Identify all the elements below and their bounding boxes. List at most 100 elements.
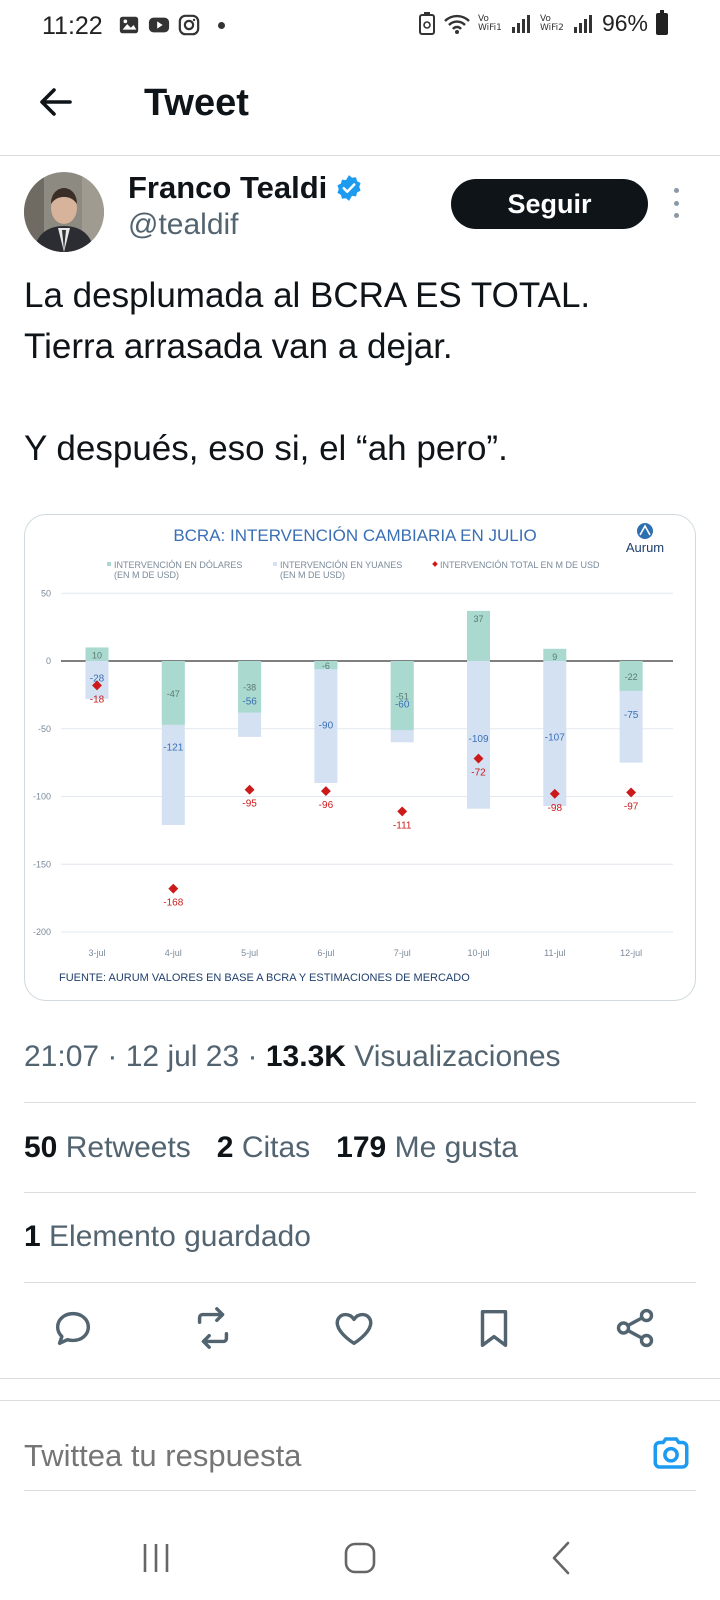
status-bar: 11:22 Vo WiFi1 Vo WiFi2 96% xyxy=(0,0,720,52)
chart-source: FUENTE: AURUM VALORES EN BASE A BCRA Y E… xyxy=(59,972,470,984)
y-tick-label: -50 xyxy=(38,724,51,734)
wifi1-label: Vo WiFi1 xyxy=(477,13,502,33)
divider xyxy=(24,1102,696,1103)
y-tick-label: -150 xyxy=(33,859,51,869)
retweets-count: 50 xyxy=(24,1131,58,1164)
youtube-icon xyxy=(148,17,170,33)
share-icon[interactable] xyxy=(612,1305,658,1351)
bookmarks-stat[interactable]: 1 Elemento guardado xyxy=(24,1220,311,1254)
data-label-total: -18 xyxy=(90,694,105,705)
data-label-dollars: -22 xyxy=(625,672,638,682)
bookmark-icon[interactable] xyxy=(471,1305,517,1351)
battery-icon xyxy=(656,9,668,35)
back-icon[interactable] xyxy=(542,1538,582,1578)
retweet-icon[interactable] xyxy=(190,1305,236,1351)
retweets-label: Retweets xyxy=(65,1131,191,1164)
total-marker xyxy=(397,806,408,817)
x-tick-label: 7-jul xyxy=(394,948,411,958)
author-name[interactable]: Franco Tealdi xyxy=(128,170,363,206)
data-label-total: -72 xyxy=(471,768,486,779)
retweets-stat[interactable]: 50 Retweets xyxy=(24,1131,191,1165)
data-label-total: -168 xyxy=(163,898,183,909)
avatar[interactable] xyxy=(24,172,104,252)
legend-label-unit: (EN M DE USD) xyxy=(280,570,345,580)
reply-icon[interactable] xyxy=(50,1305,96,1351)
total-marker xyxy=(320,786,331,797)
data-label-yuan: -107 xyxy=(545,732,565,743)
more-options-icon[interactable] xyxy=(670,188,682,218)
legend-label: INTERVENCIÓN EN YUANES xyxy=(280,560,402,570)
data-label-total: -97 xyxy=(624,801,639,812)
data-label-dollars: 37 xyxy=(473,614,483,624)
data-label-dollars: 10 xyxy=(92,650,102,660)
divider xyxy=(24,1282,696,1283)
data-label-yuan: -56 xyxy=(242,696,257,707)
data-label-yuan: -90 xyxy=(319,720,334,731)
legend-label: INTERVENCIÓN EN DÓLARES xyxy=(114,560,242,570)
tweet-actions xyxy=(0,1305,720,1355)
legend-swatch xyxy=(432,561,438,567)
follow-button[interactable]: Seguir xyxy=(451,179,648,229)
verified-badge-icon xyxy=(337,175,361,201)
x-tick-label: 5-jul xyxy=(241,948,258,958)
views-label[interactable]: Visualizaciones xyxy=(354,1040,560,1073)
recycle-battery-saver-icon xyxy=(418,11,435,35)
divider xyxy=(0,1400,720,1401)
divider xyxy=(24,1490,696,1491)
likes-stat[interactable]: 179 Me gusta xyxy=(336,1131,518,1165)
brand-name: Aurum xyxy=(626,540,664,555)
likes-label: Me gusta xyxy=(394,1131,518,1164)
battery-percent: 96% xyxy=(601,10,648,36)
legend-swatch xyxy=(273,562,277,566)
divider xyxy=(24,1192,696,1193)
divider xyxy=(0,1378,720,1379)
y-tick-label: 0 xyxy=(46,656,51,666)
y-tick-label: -100 xyxy=(33,792,51,802)
legend-label-unit: (EN M DE USD) xyxy=(114,570,179,580)
data-label-yuan: -121 xyxy=(163,742,183,753)
notification-dot-icon xyxy=(218,21,225,29)
data-label-total: -96 xyxy=(319,800,334,811)
data-label-dollars: -47 xyxy=(167,689,180,699)
x-tick-label: 3-jul xyxy=(88,948,105,958)
y-tick-label: -200 xyxy=(33,927,51,937)
total-marker xyxy=(244,784,255,795)
chart-svg: BCRA: INTERVENCIÓN CAMBIARIA EN JULIO Aur… xyxy=(33,523,673,984)
reply-input[interactable] xyxy=(24,1438,624,1474)
legend-swatch xyxy=(107,562,111,566)
y-tick-label: 50 xyxy=(41,588,51,598)
data-label-yuan: -109 xyxy=(468,734,488,745)
data-label-yuan: -60 xyxy=(395,699,410,710)
likes-count: 179 xyxy=(336,1131,387,1164)
system-nav-bar xyxy=(0,1510,720,1600)
top-header: Tweet xyxy=(0,54,720,156)
data-label-total: -111 xyxy=(393,820,412,831)
author-handle[interactable]: @tealdif xyxy=(128,208,239,242)
signal-icon xyxy=(511,14,530,33)
status-time: 11:22 xyxy=(42,12,103,40)
camera-icon[interactable] xyxy=(650,1432,692,1474)
recent-apps-icon[interactable] xyxy=(136,1538,176,1578)
back-arrow-icon[interactable] xyxy=(36,82,76,122)
total-marker xyxy=(626,787,637,798)
home-icon[interactable] xyxy=(340,1538,380,1578)
tweet-stats: 50 Retweets 2 Citas 179 Me gusta xyxy=(24,1131,518,1165)
x-tick-label: 10-jul xyxy=(467,948,489,958)
wifi2-label: Vo WiFi2 xyxy=(539,13,564,33)
quotes-stat[interactable]: 2 Citas xyxy=(217,1131,310,1165)
chart-title: BCRA: INTERVENCIÓN CAMBIARIA EN JULIO xyxy=(173,526,536,545)
data-label-dollars: -38 xyxy=(243,683,256,693)
data-label-dollars: 9 xyxy=(552,652,557,662)
like-icon[interactable] xyxy=(331,1305,377,1351)
x-tick-label: 4-jul xyxy=(165,948,182,958)
data-label-yuan: -75 xyxy=(624,710,639,721)
data-label-total: -98 xyxy=(548,803,563,814)
saved-label: Elemento guardado xyxy=(49,1220,311,1253)
views-count: 13.3K xyxy=(265,1040,346,1073)
x-tick-label: 11-jul xyxy=(544,948,565,958)
tweet-meta: 21:07 · 12 jul 23 · 13.3K Visualizacione… xyxy=(24,1040,561,1073)
quotes-label: Citas xyxy=(241,1131,311,1164)
legend-label: INTERVENCIÓN TOTAL EN M DE USD xyxy=(440,560,600,570)
x-tick-label: 12-jul xyxy=(620,948,642,958)
tweet-media-chart[interactable]: BCRA: INTERVENCIÓN CAMBIARIA EN JULIO Aur… xyxy=(24,514,696,1001)
